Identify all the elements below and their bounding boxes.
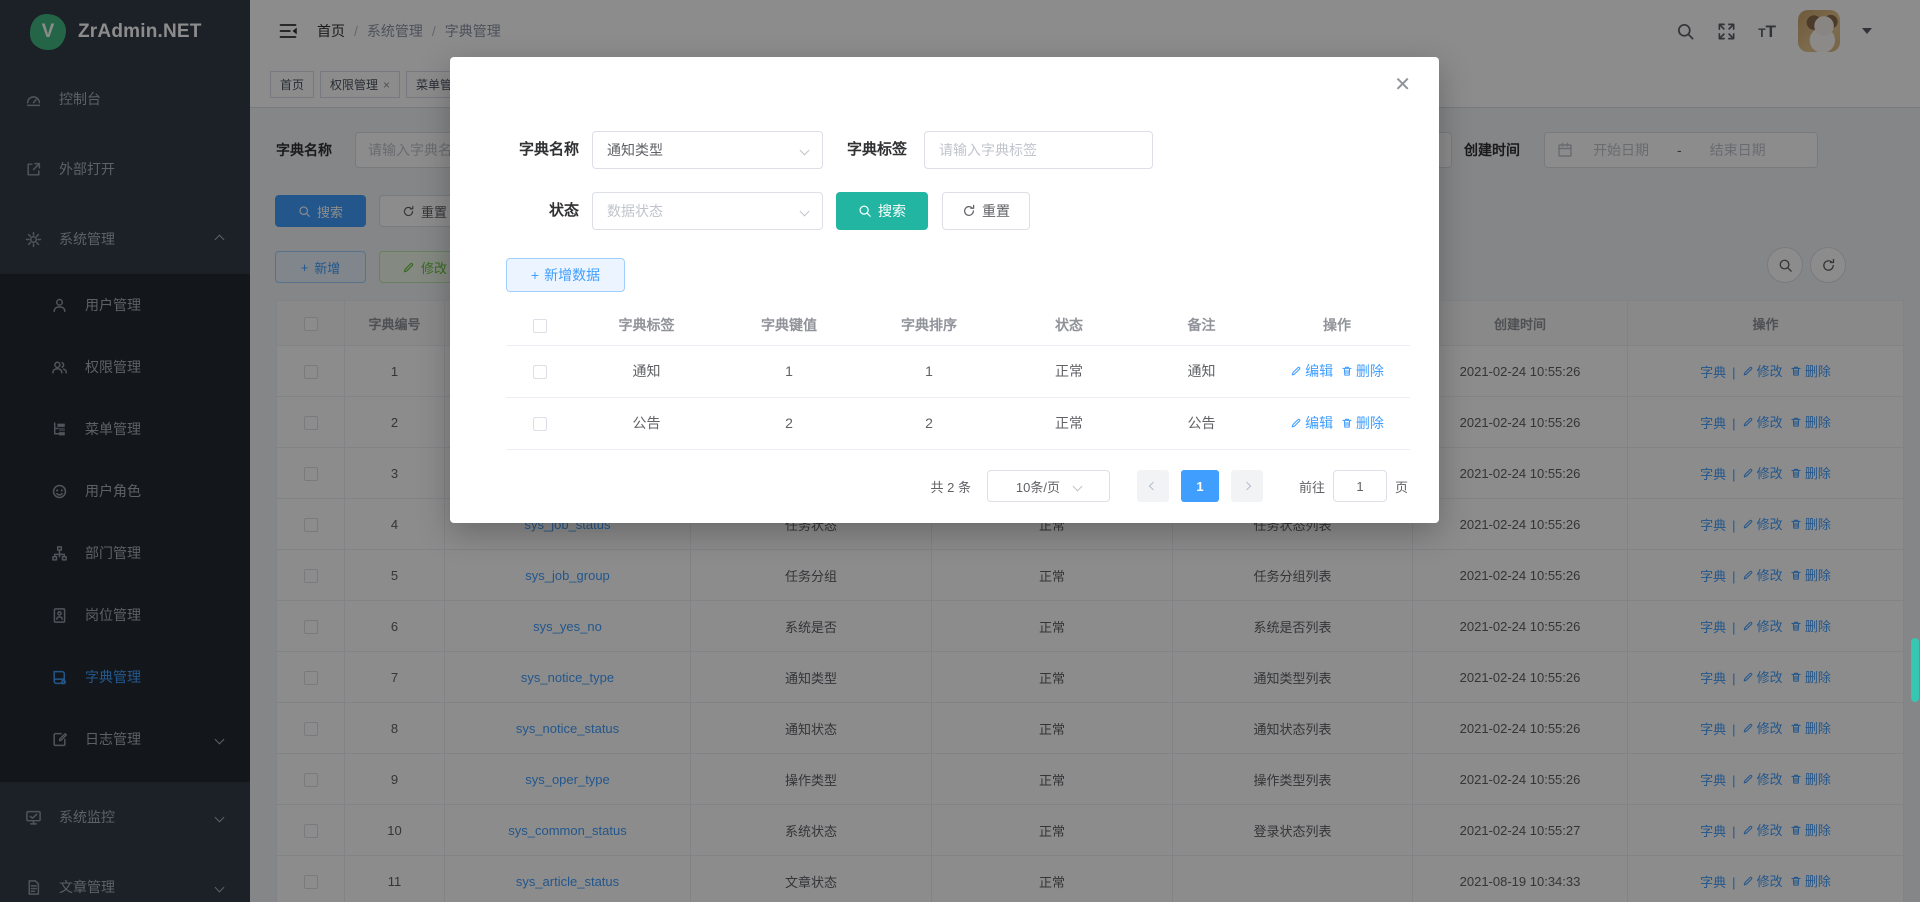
goto-page-input[interactable]: 1 [1333,470,1387,502]
trash-icon [1341,365,1353,377]
modal-dict-label-placeholder: 请输入字典标签 [939,140,1037,160]
edit-link-label: 编辑 [1305,413,1333,433]
modal-dict-name-value: 通知类型 [607,140,663,160]
refresh-icon [962,204,976,218]
status-cell: 正常 [999,345,1139,397]
select-cell [506,397,574,449]
dict-sort-cell: 1 [859,345,999,397]
select-all-header [506,305,574,345]
remark-cell: 通知 [1139,345,1264,397]
modal-dict-name-select[interactable]: 通知类型 [592,131,823,169]
goto-label: 前往 [1299,477,1325,496]
modal-table-row: 通知11正常通知编辑 删除 [506,345,1410,397]
dict-label-cell: 公告 [574,397,719,449]
checkbox[interactable] [533,319,547,333]
modal-add-data-button[interactable]: + 新增数据 [506,258,625,292]
column-header: 字典排序 [859,305,999,345]
column-header: 字典键值 [719,305,859,345]
edit-link[interactable]: 编辑 [1290,413,1333,433]
delete-link[interactable]: 删除 [1341,361,1384,381]
checkbox[interactable] [533,365,547,379]
prev-page-button[interactable] [1137,470,1169,502]
chevron-down-icon [1073,481,1083,491]
next-page-button[interactable] [1231,470,1263,502]
modal-status-select[interactable]: 数据状态 [592,192,823,230]
dict-value-cell: 2 [719,397,859,449]
modal-dict-label-label: 字典标签 [816,131,907,169]
search-icon [858,204,872,218]
page-unit-label: 页 [1395,477,1408,496]
dict-label-cell: 通知 [574,345,719,397]
modal-reset-button[interactable]: 重置 [942,192,1030,230]
app: V ZrAdmin.NET 控制台外部打开系统管理用户管理权限管理菜单管理用户角… [0,0,1920,902]
modal-search-button[interactable]: 搜索 [836,192,928,230]
dict-data-modal: ✕ 字典名称 通知类型 字典标签 请输入字典标签 状态 数据状态 搜索 重置 +… [450,57,1439,523]
scrollbar-thumb[interactable] [1911,638,1919,702]
edit-link-label: 编辑 [1305,361,1333,381]
chevron-left-icon [1149,482,1157,490]
column-header: 操作 [1264,305,1410,345]
modal-pagination: 共 2 条 10条/页 1 前往 1 页 [931,470,1409,502]
pencil-icon [1290,365,1302,377]
modal-table-header-row: 字典标签字典键值字典排序状态备注操作 [506,305,1410,345]
checkbox[interactable] [533,417,547,431]
column-header: 状态 [999,305,1139,345]
modal-add-data-label: 新增数据 [544,265,600,285]
modal-status-placeholder: 数据状态 [607,201,663,221]
chevron-down-icon [800,206,810,216]
ops-cell: 编辑 删除 [1264,397,1410,449]
delete-link-label: 删除 [1356,413,1384,433]
modal-dict-name-label: 字典名称 [488,131,579,169]
modal-table-wrap: 字典标签字典键值字典排序状态备注操作通知11正常通知编辑 删除公告22正常公告编… [506,305,1410,450]
column-header: 字典标签 [574,305,719,345]
column-header: 备注 [1139,305,1264,345]
plus-icon: + [531,267,539,283]
modal-table-row: 公告22正常公告编辑 删除 [506,397,1410,449]
remark-cell: 公告 [1139,397,1264,449]
ops-spacer [1333,364,1341,380]
modal-dict-data-table: 字典标签字典键值字典排序状态备注操作通知11正常通知编辑 删除公告22正常公告编… [506,305,1410,450]
ops-cell: 编辑 删除 [1264,345,1410,397]
modal-status-label: 状态 [488,192,579,230]
modal-dict-label-input[interactable]: 请输入字典标签 [924,131,1153,169]
ops-spacer [1333,416,1341,432]
page-size-value: 10条/页 [1016,477,1060,496]
edit-link[interactable]: 编辑 [1290,361,1333,381]
pagination-total: 共 2 条 [931,477,971,496]
dict-value-cell: 1 [719,345,859,397]
delete-link[interactable]: 删除 [1341,413,1384,433]
modal-search-label: 搜索 [878,201,906,221]
page-size-select[interactable]: 10条/页 [987,470,1110,502]
close-icon[interactable]: ✕ [1394,75,1411,95]
select-cell [506,345,574,397]
pencil-icon [1290,417,1302,429]
dict-sort-cell: 2 [859,397,999,449]
modal-reset-label: 重置 [982,201,1010,221]
page-1-button[interactable]: 1 [1181,470,1219,502]
delete-link-label: 删除 [1356,361,1384,381]
trash-icon [1341,417,1353,429]
chevron-down-icon [800,145,810,155]
status-cell: 正常 [999,397,1139,449]
chevron-right-icon [1243,482,1251,490]
